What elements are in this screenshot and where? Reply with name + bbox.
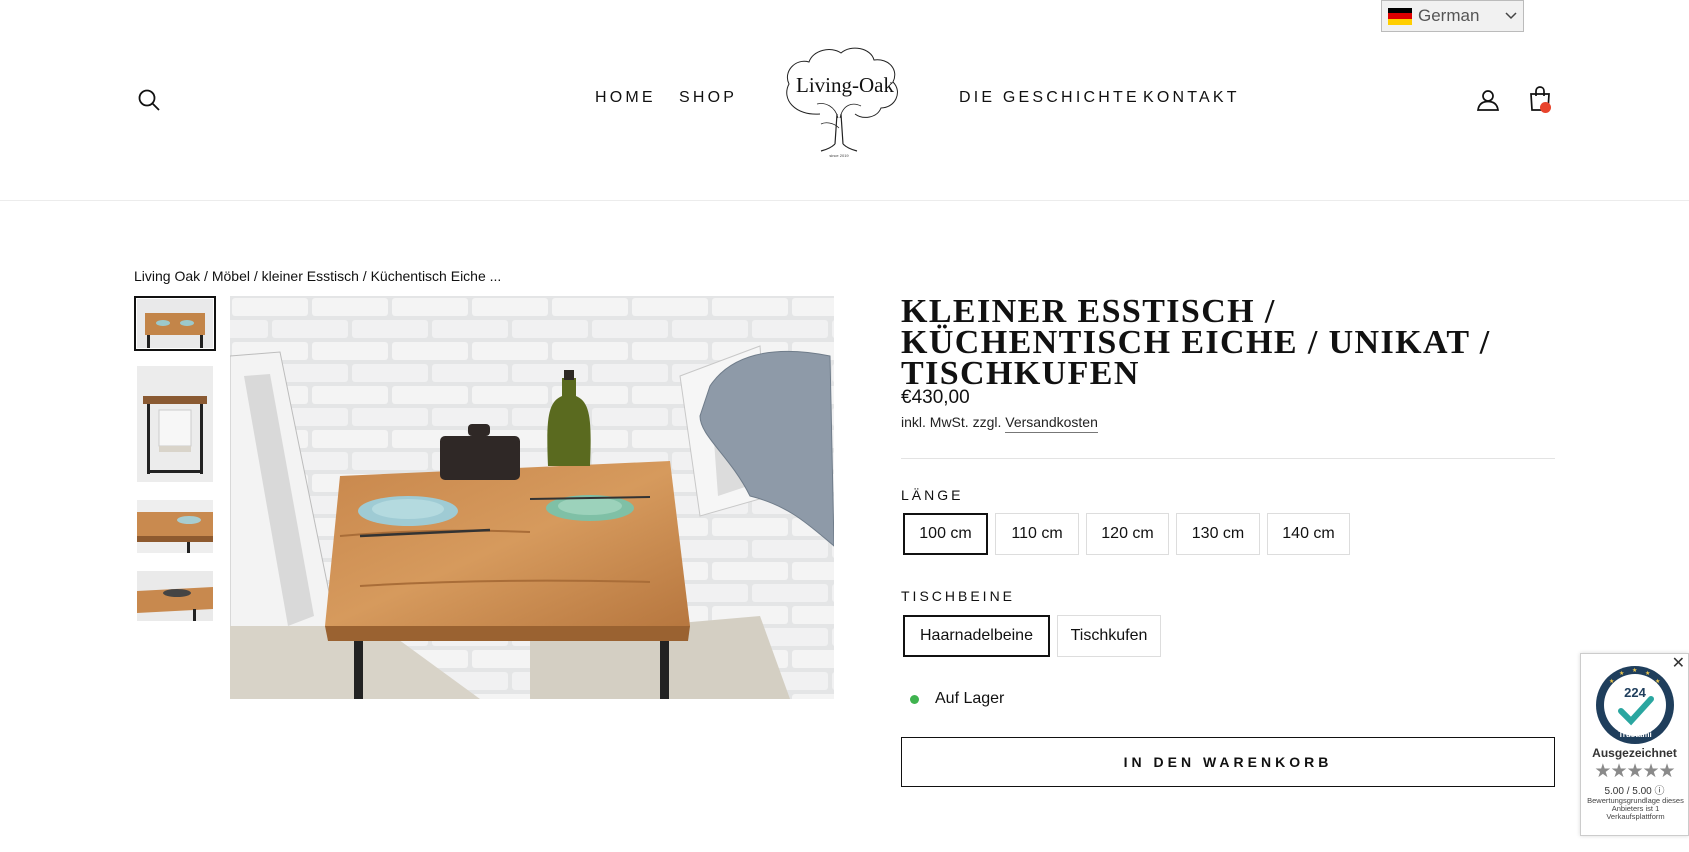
thumbnail-3[interactable] bbox=[137, 500, 213, 553]
breadcrumb-moebel[interactable]: Möbel bbox=[212, 268, 250, 284]
in-stock-dot-icon bbox=[910, 694, 919, 704]
logo-tagline: since 2019 bbox=[829, 153, 849, 158]
breadcrumb-current: Küchentisch Eiche ... bbox=[370, 268, 502, 284]
length-100-option[interactable]: 100 cm bbox=[903, 513, 988, 555]
svg-text:★: ★ bbox=[1655, 678, 1660, 685]
rating-stars: ★★★★★ bbox=[1594, 761, 1675, 782]
trust-review-count: 224 bbox=[1624, 685, 1646, 700]
svg-text:★: ★ bbox=[1632, 667, 1637, 674]
stock-status-text: Auf Lager bbox=[935, 690, 1005, 707]
nav-die-geschichte[interactable]: DIE GESCHICHTE bbox=[959, 89, 1140, 107]
thumbnail-1[interactable] bbox=[134, 296, 216, 351]
site-header: HOME SHOP Living-Oak since 2019 DIE GESC… bbox=[0, 0, 1689, 201]
length-110-option[interactable]: 110 cm bbox=[995, 513, 1079, 555]
cart-icon[interactable] bbox=[1528, 86, 1552, 117]
length-120-option[interactable]: 120 cm bbox=[1086, 513, 1169, 555]
trust-score: 5.00 / 5.00 ⓘ bbox=[1581, 782, 1688, 797]
tax-info-text: inkl. MwSt. zzgl. bbox=[901, 414, 1006, 430]
table-legs-option-label: TISCHBEINE bbox=[901, 588, 1016, 604]
divider bbox=[901, 458, 1555, 459]
shipping-costs-link[interactable]: Versandkosten bbox=[1005, 414, 1098, 433]
trust-badge-widget[interactable]: ✕ ★ ★ ★ ★ ★ 224 Trustami Ausgezeichnet ★★★★★… bbox=[1580, 653, 1689, 836]
trust-note: Bewertungsgrundlage dieses Anbieters ist… bbox=[1587, 796, 1684, 821]
svg-text:★: ★ bbox=[1619, 670, 1624, 677]
trust-brand: Trustami bbox=[1618, 730, 1651, 739]
nav-home[interactable]: HOME bbox=[595, 89, 656, 107]
cart-count-badge bbox=[1540, 102, 1551, 113]
search-icon[interactable] bbox=[137, 88, 161, 117]
length-option-label: LÄNGE bbox=[901, 487, 964, 503]
account-icon[interactable] bbox=[1476, 88, 1500, 117]
svg-text:★: ★ bbox=[1645, 670, 1650, 677]
breadcrumb-living-oak[interactable]: Living Oak bbox=[134, 268, 200, 284]
thumbnail-2[interactable] bbox=[137, 366, 213, 482]
logo[interactable]: Living-Oak since 2019 bbox=[775, 44, 915, 162]
tax-info: inkl. MwSt. zzgl. Versandkosten bbox=[901, 414, 1098, 433]
length-140-option[interactable]: 140 cm bbox=[1267, 513, 1350, 555]
breadcrumb-separator: / bbox=[249, 268, 262, 284]
nav-shop[interactable]: SHOP bbox=[679, 89, 737, 107]
main-product-image[interactable] bbox=[230, 296, 834, 699]
thumbnail-4[interactable] bbox=[137, 571, 213, 621]
trust-award: Ausgezeichnet bbox=[1592, 746, 1677, 760]
add-to-cart-button[interactable]: IN DEN WARENKORB bbox=[901, 737, 1555, 787]
legs-tischkufen-option[interactable]: Tischkufen bbox=[1057, 615, 1161, 657]
product-price: €430,00 bbox=[901, 387, 970, 408]
trust-seal-icon: ★ ★ ★ ★ ★ 224 Trustami bbox=[1596, 666, 1674, 744]
logo-text: Living-Oak bbox=[796, 73, 894, 97]
svg-text:★: ★ bbox=[1609, 678, 1614, 685]
product-page: German HOME SHOP Living-Oak since 2019 D… bbox=[0, 0, 1689, 852]
stock-status: Auf Lager bbox=[901, 690, 1004, 708]
product-title: KLEINER ESSTISCH / KÜCHENTISCH EICHE / U… bbox=[901, 293, 1491, 392]
length-130-option[interactable]: 130 cm bbox=[1176, 513, 1260, 555]
breadcrumb-separator: / bbox=[200, 268, 212, 284]
breadcrumb: Living Oak / Möbel / kleiner Esstisch / … bbox=[134, 268, 501, 284]
legs-haarnadelbeine-option[interactable]: Haarnadelbeine bbox=[903, 615, 1050, 657]
nav-kontakt[interactable]: KONTAKT bbox=[1143, 89, 1240, 107]
breadcrumb-kleiner-esstisch[interactable]: kleiner Esstisch bbox=[262, 268, 359, 284]
breadcrumb-separator: / bbox=[358, 268, 371, 284]
